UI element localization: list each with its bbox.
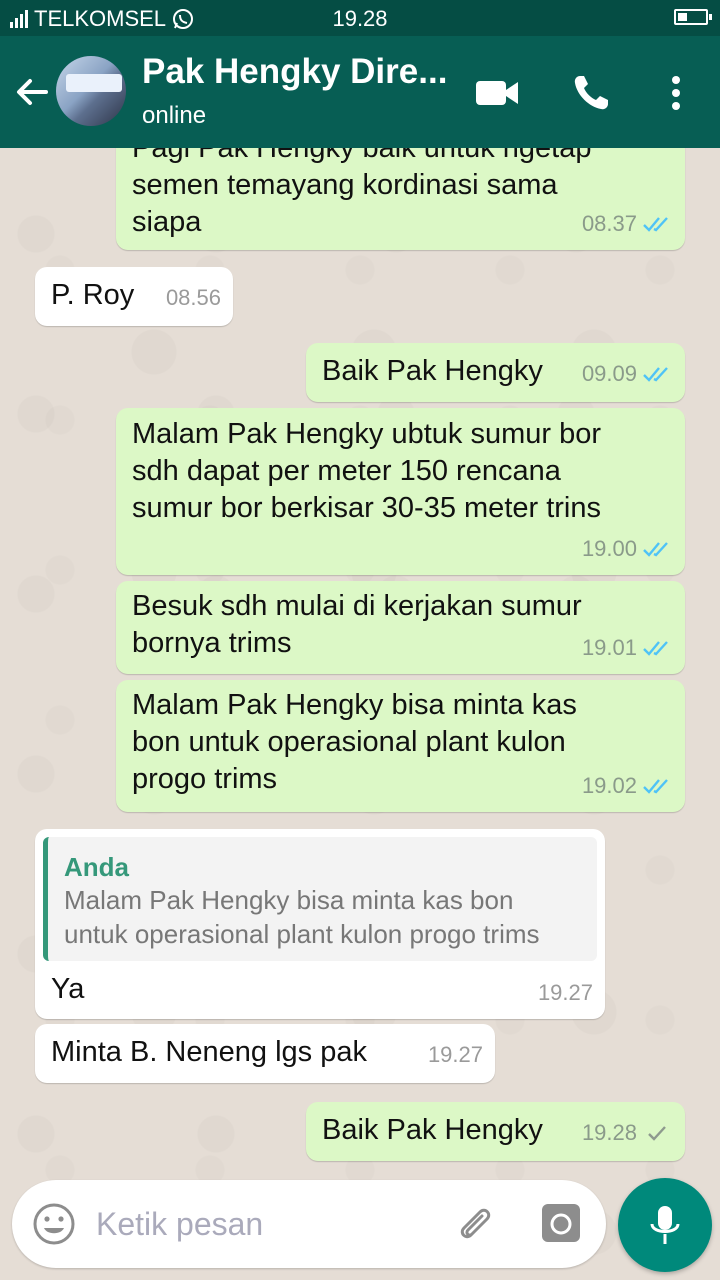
double-check-read-icon xyxy=(643,366,668,382)
message-meta: 19.27 xyxy=(538,974,593,1011)
video-call-button[interactable] xyxy=(474,70,520,116)
message-line: progo trims xyxy=(132,763,278,795)
contact-name[interactable]: Pak Hengky Dire... xyxy=(142,52,447,92)
double-check-read-icon xyxy=(643,778,668,794)
microphone-icon xyxy=(650,1206,680,1244)
quote-line: Malam Pak Hengky bisa minta kas bon xyxy=(64,885,514,915)
chat-header[interactable]: Pak Hengky Dire... online xyxy=(0,36,720,148)
double-check-read-icon xyxy=(643,640,668,656)
message-bubble-outgoing[interactable]: Malam Pak Hengky bisa minta kas bon untu… xyxy=(116,680,685,812)
message-meta: 08.37 xyxy=(582,205,673,242)
message-bubble-incoming[interactable]: Minta B. Neneng lgs pak 19.27 xyxy=(35,1024,495,1083)
message-meta: 19.28 xyxy=(582,1114,673,1151)
camera-icon[interactable] xyxy=(540,1202,582,1244)
clock: 19.28 xyxy=(332,6,388,31)
message-bubble-incoming[interactable]: P. Roy 08.56 xyxy=(35,267,233,326)
message-bubble-outgoing[interactable]: Baik Pak Hengky 19.28 xyxy=(306,1102,685,1161)
more-options-button[interactable] xyxy=(653,70,699,116)
message-meta: 19.02 xyxy=(582,767,673,804)
single-check-sent-icon xyxy=(648,1125,666,1141)
message-bubble-incoming-reply[interactable]: Anda Malam Pak Hengky bisa minta kas bon… xyxy=(35,829,605,1019)
quote-text: Malam Pak Hengky bisa minta kas bon untu… xyxy=(64,883,604,951)
message-text: Malam Pak Hengky bisa minta kas bon untu… xyxy=(132,687,577,798)
message-time: 19.28 xyxy=(581,1120,637,1145)
message-bubble-outgoing[interactable]: Malam Pak Hengky ubtuk sumur bor sdh dap… xyxy=(116,408,685,575)
contact-status: online xyxy=(142,102,207,129)
message-time: 08.37 xyxy=(581,211,637,236)
message-time: 08.56 xyxy=(165,285,221,310)
message-bubble-outgoing[interactable]: Baik Pak Hengky 09.09 xyxy=(306,343,685,402)
battery-icon xyxy=(674,9,712,25)
attachment-icon[interactable] xyxy=(452,1202,496,1246)
message-line: Malam Pak Hengky ubtuk sumur bor xyxy=(132,418,602,450)
message-time: 19.01 xyxy=(581,635,637,660)
video-camera-icon xyxy=(476,81,518,105)
voice-message-button[interactable] xyxy=(618,1178,712,1272)
message-meta: 08.56 xyxy=(166,279,221,316)
message-line: bon untuk operasional plant kulon xyxy=(132,726,566,758)
message-text: Baik Pak Hengky xyxy=(322,355,543,387)
message-meta: 09.09 xyxy=(582,355,673,392)
emoji-icon[interactable] xyxy=(32,1202,76,1246)
message-text: P. Roy xyxy=(51,279,135,311)
message-bubble-outgoing[interactable]: Besuk sdh mulai di kerjakan sumur bornya… xyxy=(116,581,685,674)
message-text: Besuk sdh mulai di kerjakan sumur bornya… xyxy=(132,588,582,662)
message-line: sdh dapat per meter 150 rencana xyxy=(132,455,561,487)
voice-call-button[interactable] xyxy=(568,70,614,116)
message-text: Minta B. Neneng lgs pak xyxy=(51,1036,367,1068)
message-line: siapa xyxy=(132,206,202,238)
message-time: 19.27 xyxy=(427,1042,483,1067)
quoted-message[interactable]: Anda Malam Pak Hengky bisa minta kas bon… xyxy=(43,837,597,961)
phone-icon xyxy=(574,76,608,110)
message-text: Malam Pak Hengky ubtuk sumur bor sdh dap… xyxy=(132,416,601,527)
avatar-photo-detail xyxy=(66,74,122,92)
message-time: 19.00 xyxy=(581,536,637,561)
message-line: Besuk sdh mulai di kerjakan sumur xyxy=(132,590,582,622)
back-arrow-icon[interactable] xyxy=(12,72,52,112)
more-vertical-icon xyxy=(672,76,680,110)
message-input[interactable]: Ketik pesan xyxy=(96,1206,263,1243)
message-text: Ya xyxy=(51,973,85,1005)
message-composer[interactable]: Ketik pesan xyxy=(12,1180,606,1268)
message-time: 19.02 xyxy=(581,773,637,798)
double-check-read-icon xyxy=(643,216,668,232)
message-time: 09.09 xyxy=(581,361,637,386)
message-line: Malam Pak Hengky bisa minta kas xyxy=(132,689,577,721)
message-meta: 19.01 xyxy=(582,629,673,666)
quote-author: Anda xyxy=(64,852,129,882)
message-meta: 19.00 xyxy=(582,530,673,567)
message-meta: 19.27 xyxy=(428,1036,483,1073)
message-line: sumur bor berkisar 30-35 meter trins xyxy=(132,492,601,524)
message-time: 19.27 xyxy=(537,980,593,1005)
contact-avatar[interactable] xyxy=(56,56,126,126)
message-line: semen temayang kordinasi sama xyxy=(132,169,558,201)
message-text: Baik Pak Hengky xyxy=(322,1114,543,1146)
status-bar: TELKOMSEL 19.28 xyxy=(0,0,720,36)
quote-line: untuk operasional plant kulon progo trim… xyxy=(64,919,540,949)
message-line: bornya trims xyxy=(132,627,292,659)
double-check-read-icon xyxy=(643,541,668,557)
